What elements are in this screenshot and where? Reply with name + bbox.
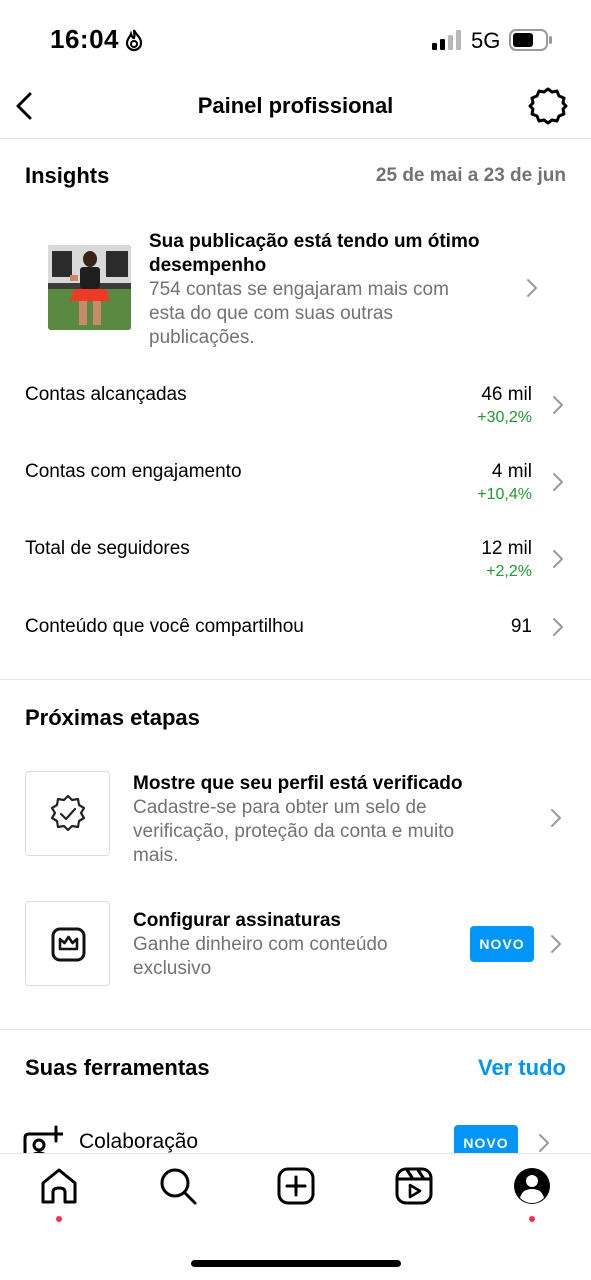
tool-label: Colaboração — [79, 1130, 199, 1153]
verification-icon-box — [25, 771, 110, 856]
status-time: 16:04 — [50, 24, 119, 54]
insights-title: Insights — [25, 163, 110, 188]
chevron-right-icon — [553, 396, 563, 414]
chevron-right-icon — [553, 550, 563, 568]
settings-gear-icon[interactable] — [528, 86, 568, 126]
metric-row-reach[interactable]: Contas alcançadas 46 mil +30,2% — [0, 384, 591, 444]
metric-change: +10,4% — [477, 486, 532, 503]
step-description: Cadastre-se para obter um selo de verifi… — [133, 797, 455, 866]
metric-label: Contas com engajamento — [25, 461, 242, 482]
metric-label: Total de seguidores — [25, 538, 190, 559]
signal-icon — [432, 30, 461, 50]
search-icon[interactable] — [158, 1166, 198, 1206]
reels-icon[interactable] — [394, 1166, 434, 1206]
step-title: Mostre que seu perfil está verificado — [133, 773, 463, 794]
metric-value: 12 mil — [481, 538, 532, 559]
subscription-icon-box — [25, 901, 110, 986]
home-indicator — [191, 1260, 401, 1267]
notification-dot — [56, 1216, 62, 1222]
battery-icon — [509, 29, 552, 51]
see-all-link[interactable]: Ver tudo — [478, 1055, 566, 1081]
metric-label: Conteúdo que você compartilhou — [25, 616, 304, 637]
metric-row-engagement[interactable]: Contas com engajamento 4 mil +10,4% — [0, 461, 591, 521]
home-icon[interactable] — [39, 1166, 79, 1206]
create-icon[interactable] — [276, 1166, 316, 1206]
network-label: 5G — [471, 28, 501, 53]
subscription-crown-icon — [51, 927, 86, 962]
post-title: Sua publicação está tendo um ótimo desem… — [149, 231, 480, 276]
metric-change: +2,2% — [486, 563, 532, 580]
top-header: Painel profissional — [0, 78, 591, 139]
chevron-right-icon — [551, 935, 561, 953]
metric-row-followers[interactable]: Total de seguidores 12 mil +2,2% — [0, 538, 591, 598]
post-thumbnail — [48, 245, 131, 330]
post-description: 754 contas se engajaram mais com esta do… — [149, 279, 449, 348]
profile-icon[interactable] — [512, 1166, 552, 1206]
step-description: Ganhe dinheiro com conteúdo exclusivo — [133, 934, 388, 979]
chevron-right-icon — [553, 618, 563, 636]
section-divider — [0, 1029, 591, 1030]
step-card-subscriptions[interactable]: Configurar assinaturas Ganhe dinheiro co… — [0, 900, 591, 990]
tools-title: Suas ferramentas — [25, 1055, 210, 1080]
featured-post-card[interactable]: Sua publicação está tendo um ótimo desem… — [0, 220, 591, 360]
metric-label: Contas alcançadas — [25, 384, 187, 405]
status-bar: 16:04 5G — [0, 0, 591, 78]
metric-value: 4 mil — [491, 461, 532, 482]
verified-badge-icon — [50, 794, 86, 832]
flame-icon — [125, 29, 143, 52]
new-badge: NOVO — [470, 926, 534, 962]
metric-value: 91 — [510, 616, 532, 637]
chevron-right-icon — [539, 1134, 549, 1152]
step-card-verification[interactable]: Mostre que seu perfil está verificado Ca… — [0, 770, 591, 870]
step-title: Configurar assinaturas — [133, 910, 341, 931]
section-divider — [0, 679, 591, 680]
date-range[interactable]: 25 de mai a 23 de jun — [376, 165, 566, 187]
chevron-right-icon — [553, 473, 563, 491]
metric-value: 46 mil — [481, 384, 532, 405]
metric-change: +30,2% — [477, 409, 532, 426]
metric-row-content-shared[interactable]: Conteúdo que você compartilhou 91 — [0, 616, 591, 676]
page-title: Painel profissional — [197, 93, 394, 118]
chevron-right-icon — [551, 809, 561, 827]
next-steps-title: Próximas etapas — [25, 705, 200, 730]
notification-dot — [529, 1216, 535, 1222]
chevron-right-icon — [527, 279, 537, 297]
